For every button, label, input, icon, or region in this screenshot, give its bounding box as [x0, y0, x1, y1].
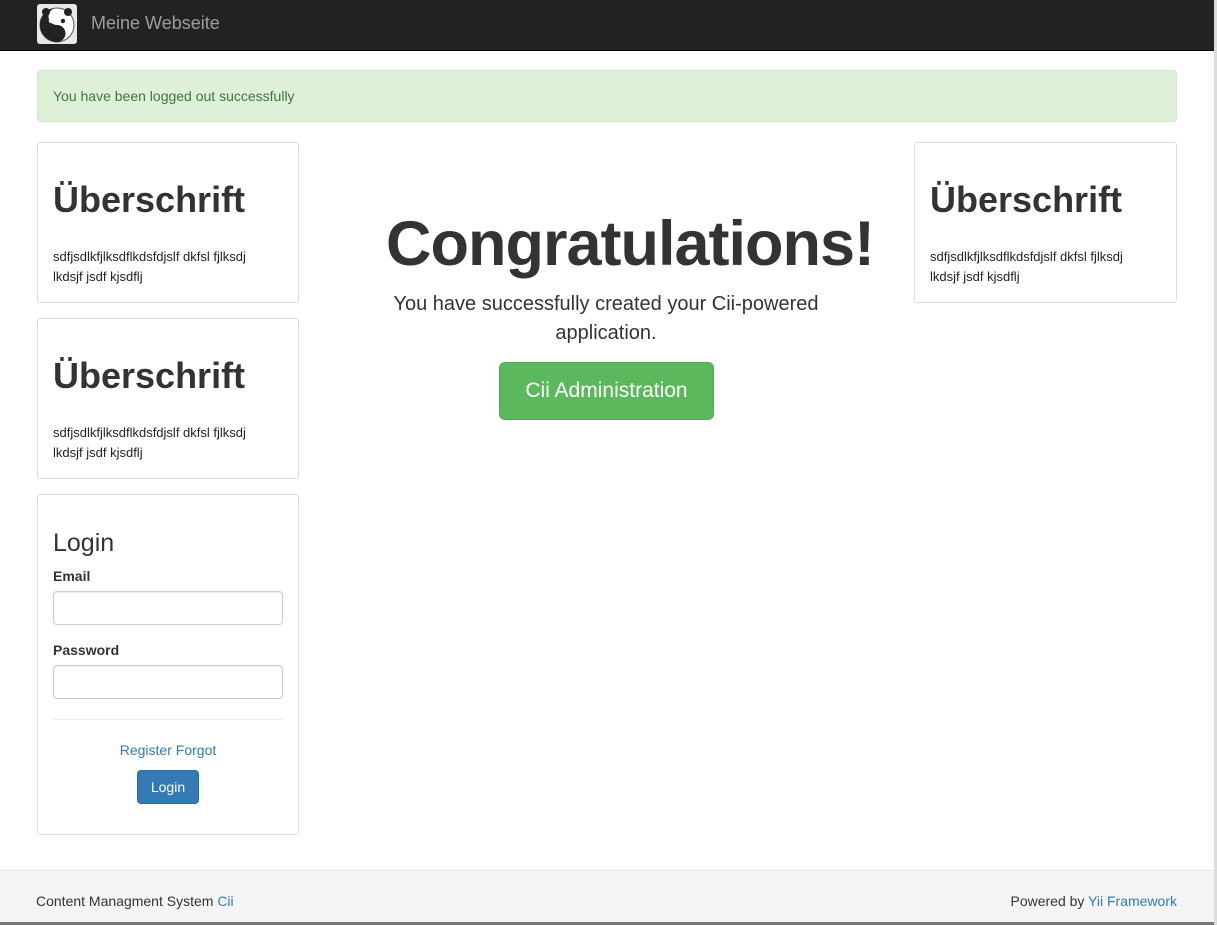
- brand-link[interactable]: Meine Webseite: [91, 13, 220, 34]
- cii-administration-button[interactable]: Cii Administration: [499, 362, 714, 420]
- footer-left: Content Managment System Cii: [36, 893, 234, 909]
- cii-link[interactable]: Cii: [217, 893, 233, 909]
- password-label: Password: [53, 642, 120, 658]
- alert-text: You have been logged out successfully: [53, 88, 295, 104]
- panel-text: sdfjsdlkfjlksdflkdsfdjslf dkfsl fjlksdj …: [930, 249, 1123, 284]
- footer-right: Powered by Yii Framework: [1010, 893, 1177, 909]
- right-panel: Überschrift sdfjsdlkfjlksdflkdsfdjslf dk…: [914, 142, 1177, 303]
- login-title: Login: [53, 529, 115, 557]
- yii-framework-link[interactable]: Yii Framework: [1088, 893, 1177, 909]
- email-field[interactable]: [53, 591, 283, 625]
- login-panel: Login Email Password Register Forgot Log…: [37, 494, 299, 835]
- panel-heading: Überschrift: [53, 355, 246, 396]
- hero-title: Congratulations!: [386, 209, 875, 279]
- panel-heading: Überschrift: [53, 179, 246, 220]
- panel-text: sdfjsdlkfjlksdflkdsfdjslf dkfsl fjlksdj …: [53, 249, 246, 284]
- panda-logo-icon[interactable]: [37, 4, 77, 44]
- forgot-link[interactable]: Forgot: [176, 742, 216, 758]
- email-label: Email: [53, 568, 91, 584]
- login-links: Register Forgot: [38, 742, 298, 758]
- panel-heading: Überschrift: [930, 179, 1123, 220]
- left-panel-1: Überschrift sdfjsdlkfjlksdflkdsfdjslf dk…: [37, 142, 299, 303]
- divider: [53, 719, 283, 720]
- left-panel-2: Überschrift sdfjsdlkfjlksdflkdsfdjslf dk…: [37, 318, 299, 479]
- register-link[interactable]: Register: [120, 742, 172, 758]
- password-field[interactable]: [53, 665, 283, 699]
- footer-powered-text: Powered by: [1010, 893, 1085, 909]
- panel-text: sdfjsdlkfjlksdflkdsfdjslf dkfsl fjlksdj …: [53, 425, 246, 460]
- navbar: Meine Webseite: [0, 0, 1214, 51]
- hero-text: You have successfully created your Cii-p…: [393, 293, 819, 344]
- footer-cms-text: Content Managment System: [36, 893, 214, 909]
- logout-success-alert: You have been logged out successfully: [37, 70, 1177, 122]
- login-button[interactable]: Login: [137, 770, 199, 804]
- footer: Content Managment System Cii Powered by …: [0, 870, 1214, 923]
